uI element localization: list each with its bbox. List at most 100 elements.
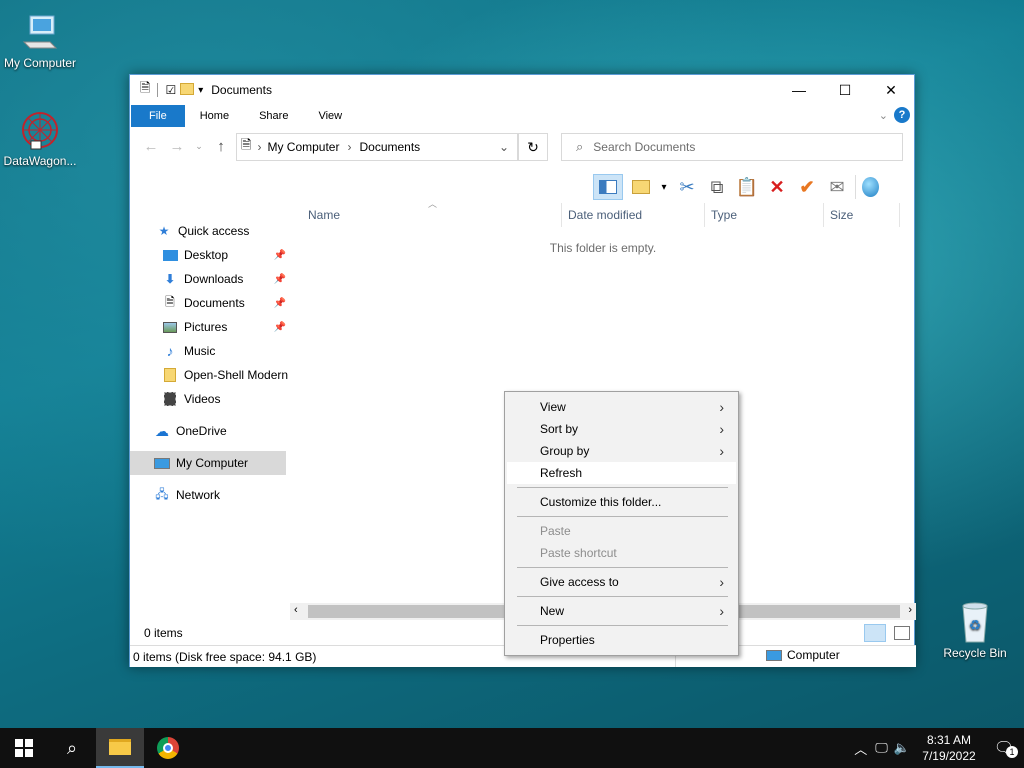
tab-share[interactable]: Share	[244, 105, 303, 127]
copy-icon[interactable]: ⧉	[705, 175, 729, 199]
menu-item-view[interactable]: View ›	[507, 396, 736, 418]
nav-label: Pictures	[184, 320, 228, 334]
globe-icon[interactable]	[855, 175, 879, 199]
context-menu: View › Sort by › Group by › Refresh Customi…	[504, 391, 739, 656]
menu-item-give-access-to[interactable]: Give access to ›	[507, 571, 736, 593]
clock-time: 8:31 AM	[926, 733, 972, 747]
cut-icon[interactable]: ✂	[675, 175, 699, 199]
help-icon[interactable]: ?	[894, 107, 910, 123]
taskbar: ⌕ ︿ 🖵 🔈 8:31 AM 7/19/2022 🗨 1	[0, 728, 1024, 768]
breadcrumb-my-computer[interactable]: My Computer	[267, 140, 339, 154]
menu-item-paste: Paste	[507, 520, 736, 542]
search-box[interactable]: ⌕ Search Documents	[561, 133, 903, 161]
up-arrow-icon[interactable]: ↑	[210, 138, 232, 155]
chrome-taskbar-button[interactable]	[144, 728, 192, 768]
address-dropdown-icon[interactable]: ⌄	[499, 140, 509, 154]
new-folder-qa-icon[interactable]	[180, 82, 195, 98]
window-title: Documents	[211, 83, 272, 97]
nav-label: Downloads	[184, 272, 244, 286]
paste-icon[interactable]: 📋	[735, 175, 759, 199]
breadcrumb-chevron-icon[interactable]: ›	[257, 140, 261, 154]
menu-label: Refresh	[540, 466, 583, 480]
delete-icon[interactable]: ✕	[765, 175, 789, 199]
menu-label: Paste shortcut	[540, 546, 617, 560]
sort-ascending-icon: ︿	[428, 199, 438, 209]
back-arrow-icon[interactable]: ←	[140, 138, 162, 155]
scroll-left-icon[interactable]: ‹	[294, 604, 298, 616]
column-size[interactable]: Size	[824, 203, 900, 227]
nav-label: My Computer	[176, 456, 249, 470]
nav-label: Documents	[184, 296, 245, 310]
nav-desktop[interactable]: Desktop 📌	[130, 243, 290, 267]
tab-view[interactable]: View	[303, 105, 357, 127]
classic-toolbar: ▾ ✂ ⧉ 📋 ✕ ✔ ✉	[593, 173, 879, 201]
datawagon-icon	[18, 108, 62, 152]
file-explorer-icon	[109, 739, 131, 755]
column-date-modified[interactable]: Date modified	[562, 203, 705, 227]
nav-my-computer[interactable]: My Computer	[130, 451, 286, 475]
recycle-bin-icon: ♻	[953, 600, 997, 644]
navigation-pane-toggle-icon[interactable]	[593, 174, 623, 200]
new-folder-dropdown-icon[interactable]: ▾	[659, 175, 669, 199]
action-center-button[interactable]: 🗨 1	[984, 738, 1024, 758]
expand-ribbon-icon[interactable]: ⌄	[879, 109, 888, 122]
maximize-button[interactable]: ☐	[822, 75, 868, 105]
scroll-right-icon[interactable]: ›	[908, 604, 912, 616]
search-input[interactable]: Search Documents	[593, 140, 695, 154]
desktop-icon-recycle-bin[interactable]: ♻ Recycle Bin	[935, 600, 1015, 660]
navigation-bar: ← → ⌄ ↑ 🗎 › My Computer › Documents ⌄ ↻ …	[130, 127, 914, 165]
nav-videos[interactable]: Videos	[130, 387, 290, 411]
tab-home[interactable]: Home	[185, 105, 244, 127]
menu-item-customize-folder[interactable]: Customize this folder...	[507, 491, 736, 513]
nav-music[interactable]: ♪ Music	[130, 339, 290, 363]
menu-item-refresh[interactable]: Refresh	[507, 462, 736, 484]
navigation-pane: ★ Quick access Desktop 📌 ⬇ Downloads 📌 🗎…	[130, 203, 290, 611]
desktop-icon-label: My Computer	[3, 56, 77, 70]
computer-status-icon	[766, 649, 782, 661]
nav-network[interactable]: 🖧 Network	[130, 483, 290, 507]
quick-access-toolbar: 🗎 ☑ ▾	[130, 79, 203, 101]
clock[interactable]: 8:31 AM 7/19/2022	[914, 732, 984, 764]
pin-icon: 📌	[273, 321, 286, 333]
menu-label: Give access to	[540, 575, 619, 589]
column-type[interactable]: Type	[705, 203, 824, 227]
nav-quick-access[interactable]: ★ Quick access	[130, 219, 290, 243]
menu-item-new[interactable]: New ›	[507, 600, 736, 622]
address-bar[interactable]: 🗎 › My Computer › Documents ⌄	[236, 133, 518, 161]
ribbon-tabs: File Home Share View ⌄ ?	[130, 105, 914, 127]
chevron-right-icon: ›	[719, 603, 724, 619]
close-button[interactable]: ✕	[868, 75, 914, 105]
volume-icon[interactable]: 🔈	[894, 740, 910, 756]
show-hidden-icons-icon[interactable]: ︿	[854, 739, 867, 758]
file-explorer-taskbar-button[interactable]	[96, 728, 144, 768]
nav-pictures[interactable]: Pictures 📌	[130, 315, 290, 339]
document-icon: 🗎	[165, 294, 175, 309]
recent-dropdown-icon[interactable]: ⌄	[188, 141, 210, 152]
menu-separator	[517, 487, 728, 488]
nav-onedrive[interactable]: ☁ OneDrive	[130, 419, 290, 443]
qa-dropdown-icon[interactable]: ▾	[198, 85, 203, 96]
desktop-icon-my-computer[interactable]: My Computer	[0, 10, 80, 70]
refresh-button[interactable]: ↻	[518, 133, 548, 161]
network-tray-icon[interactable]: 🖵	[875, 740, 888, 756]
new-folder-icon[interactable]	[629, 175, 653, 199]
search-taskbar-button[interactable]: ⌕	[48, 728, 96, 768]
menu-item-group-by[interactable]: Group by ›	[507, 440, 736, 462]
menu-item-sort-by[interactable]: Sort by ›	[507, 418, 736, 440]
tab-file[interactable]: File	[131, 105, 185, 127]
menu-item-properties[interactable]: Properties	[507, 629, 736, 651]
nav-documents[interactable]: 🗎 Documents 📌	[130, 291, 290, 315]
nav-downloads[interactable]: ⬇ Downloads 📌	[130, 267, 290, 291]
breadcrumb-chevron-icon[interactable]: ›	[347, 140, 351, 154]
forward-arrow-icon[interactable]: →	[166, 138, 188, 155]
minimize-button[interactable]: —	[776, 75, 822, 105]
desktop-icon-datawagon[interactable]: DataWagon...	[0, 108, 80, 168]
nav-open-shell-modern[interactable]: Open-Shell Modern	[130, 363, 290, 387]
start-button[interactable]	[0, 728, 48, 768]
breadcrumb-documents[interactable]: Documents	[359, 140, 420, 154]
rename-check-icon[interactable]: ✔	[795, 175, 819, 199]
large-icons-view-icon[interactable]	[894, 626, 910, 640]
properties-qa-icon[interactable]: ☑	[165, 83, 176, 97]
email-icon[interactable]: ✉	[825, 175, 849, 199]
details-view-icon[interactable]	[864, 624, 886, 642]
